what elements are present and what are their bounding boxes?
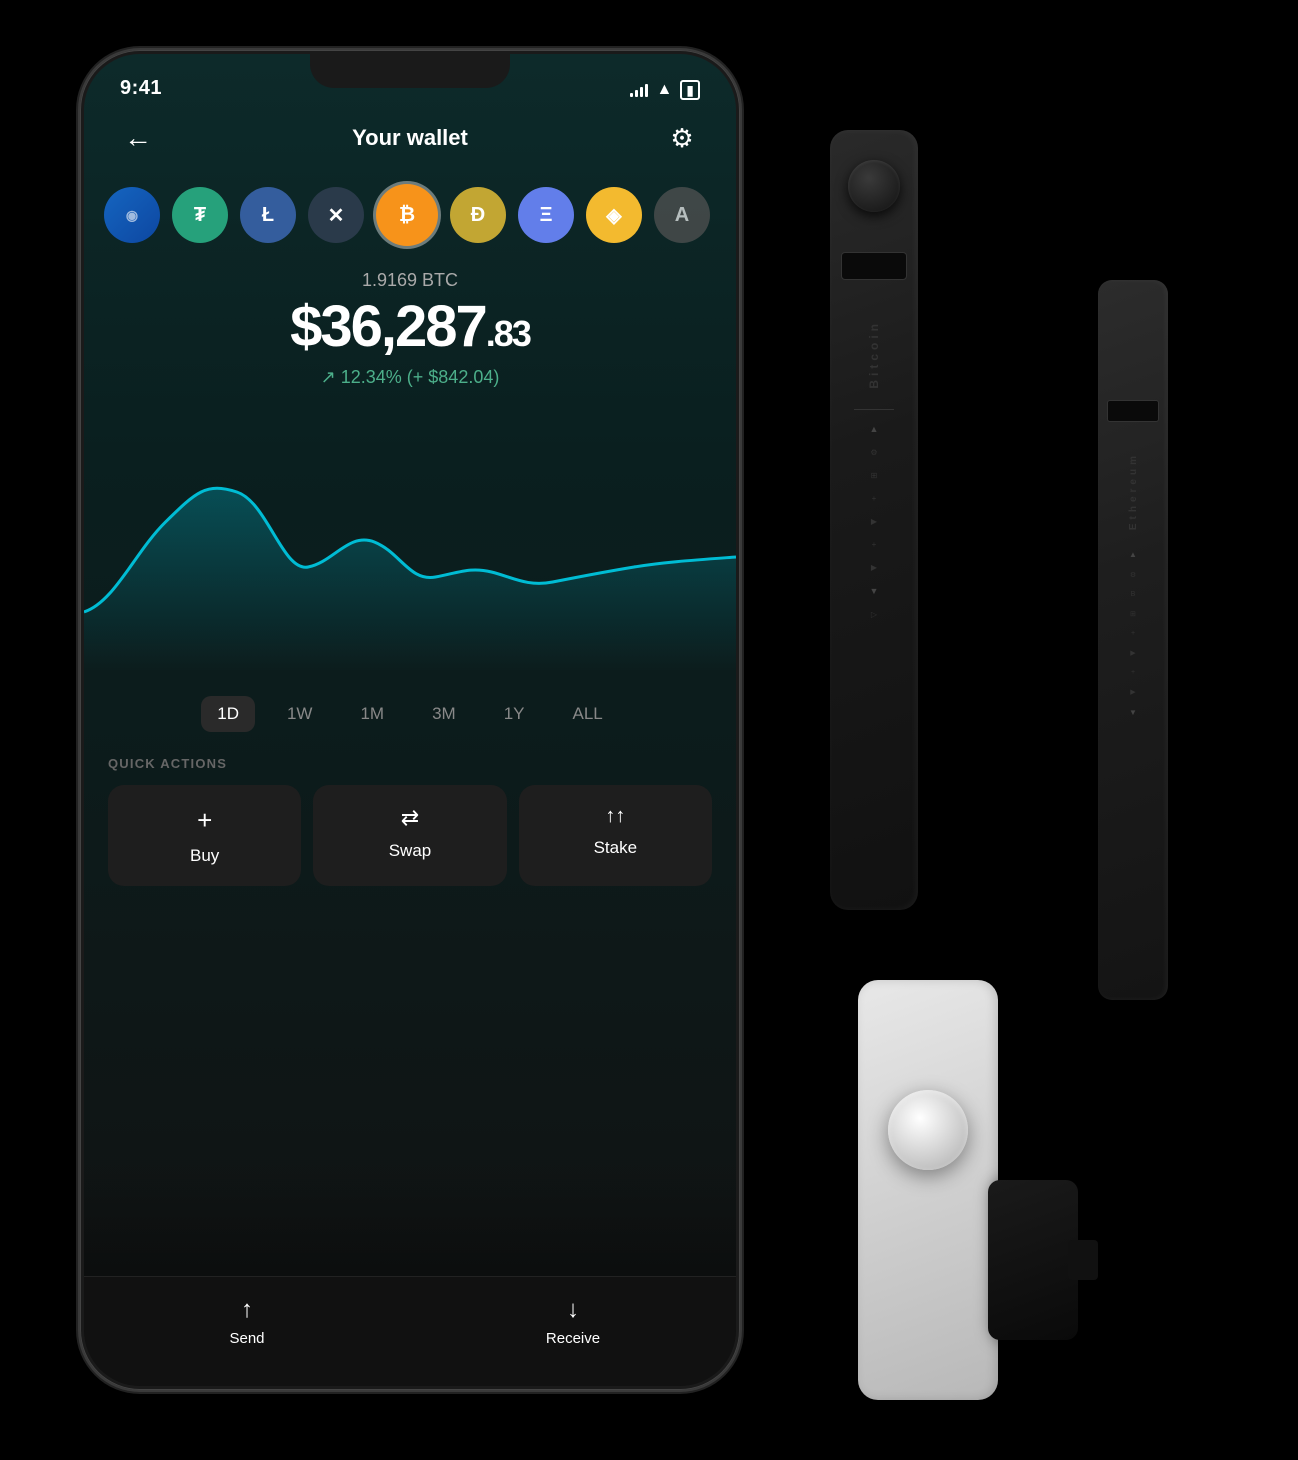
- usd-price: $36,287.83: [104, 295, 716, 359]
- receive-icon: ↓: [567, 1296, 579, 1324]
- back-button[interactable]: ←: [116, 116, 160, 160]
- nav-send[interactable]: ↑ Send: [84, 1296, 410, 1347]
- ledger-white: [858, 920, 1078, 1420]
- usd-main: $36,287: [290, 294, 486, 359]
- page-title: Your wallet: [352, 125, 468, 151]
- coin-selector: ◉ ₮ Ł ✕ ₿ Ð Ξ ◈ A: [84, 176, 736, 262]
- swap-button[interactable]: ⇄ Swap: [313, 785, 506, 886]
- signal-bars-icon: [630, 83, 648, 97]
- chart-fill: [84, 488, 736, 672]
- time-filter-1d[interactable]: 1D: [201, 696, 255, 732]
- white-device-connector: [988, 1180, 1078, 1340]
- send-icon: ↑: [241, 1296, 253, 1324]
- quick-actions-section: QUICK ACTIONS + Buy ⇄ Swap ↑↑ Stake: [84, 756, 736, 902]
- header: ← Your wallet ⚙: [84, 108, 736, 176]
- time-filter-1m[interactable]: 1M: [344, 696, 400, 732]
- ledger-nano-s: Ethereum ▲ ⚙ B ⊞ + ▶ + ▶ ▼: [1098, 280, 1168, 1000]
- stake-button[interactable]: ↑↑ Stake: [519, 785, 712, 886]
- buy-label: Buy: [190, 846, 219, 866]
- buy-button[interactable]: + Buy: [108, 785, 301, 886]
- action-buttons: + Buy ⇄ Swap ↑↑ Stake: [108, 785, 712, 886]
- bottom-nav: ↑ Send ↓ Receive: [84, 1276, 736, 1386]
- nano-x-screen: [841, 252, 907, 280]
- coin-item-dogecoin[interactable]: Ð: [450, 187, 506, 243]
- nano-x-text: Bitcoin: [867, 320, 881, 389]
- status-icons: ▲ ▮: [630, 80, 700, 100]
- receive-label: Receive: [546, 1330, 600, 1347]
- coin-item-unknown[interactable]: ◉: [104, 187, 160, 243]
- battery-icon: ▮: [680, 80, 700, 100]
- settings-button[interactable]: ⚙: [660, 116, 704, 160]
- time-filter-3m[interactable]: 3M: [416, 696, 472, 732]
- coin-item-ethereum[interactable]: Ξ: [518, 187, 574, 243]
- stake-icon: ↑↑: [605, 805, 625, 828]
- price-chart: [84, 412, 736, 672]
- phone: 9:41 ▲ ▮ ← Your wallet ⚙: [80, 50, 740, 1390]
- white-device-usb: [1068, 1240, 1098, 1280]
- stake-label: Stake: [594, 838, 637, 858]
- quick-actions-label: QUICK ACTIONS: [108, 756, 712, 771]
- swap-label: Swap: [389, 841, 432, 861]
- buy-icon: +: [197, 805, 212, 836]
- nav-receive[interactable]: ↓ Receive: [410, 1296, 736, 1347]
- coin-item-ripple[interactable]: ✕: [308, 187, 364, 243]
- time-filter-1y[interactable]: 1Y: [488, 696, 541, 732]
- chart-svg: [84, 412, 736, 672]
- coin-item-algorand[interactable]: A: [654, 187, 710, 243]
- coin-item-binance[interactable]: ◈: [586, 187, 642, 243]
- scene: 9:41 ▲ ▮ ← Your wallet ⚙: [0, 0, 1298, 1460]
- coin-item-tether[interactable]: ₮: [172, 187, 228, 243]
- nano-s-text: Ethereum: [1128, 452, 1139, 530]
- price-change: ↗ 12.34% (+ $842.04): [104, 367, 716, 388]
- price-section: 1.9169 BTC $36,287.83 ↗ 12.34% (+ $842.0…: [84, 262, 736, 404]
- coin-item-bitcoin[interactable]: ₿: [376, 184, 438, 246]
- send-label: Send: [229, 1330, 264, 1347]
- nano-x-button: [848, 160, 900, 212]
- swap-icon: ⇄: [401, 805, 419, 831]
- btc-amount: 1.9169 BTC: [104, 270, 716, 291]
- coin-item-litecoin[interactable]: Ł: [240, 187, 296, 243]
- white-device-body: [858, 980, 998, 1400]
- time-filter-1w[interactable]: 1W: [271, 696, 329, 732]
- usd-cents: .83: [486, 313, 530, 354]
- notch: [310, 54, 510, 88]
- white-device-button: [888, 1090, 968, 1170]
- status-time: 9:41: [120, 77, 162, 100]
- time-filters: 1D 1W 1M 3M 1Y ALL: [84, 680, 736, 756]
- wifi-icon: ▲: [656, 81, 672, 99]
- phone-screen: 9:41 ▲ ▮ ← Your wallet ⚙: [84, 54, 736, 1386]
- ledger-nano-x: Bitcoin ▲ ⚙ ⊞ + ▶ + ▶ ▼ ▷: [830, 130, 918, 910]
- nano-s-screen: [1107, 400, 1159, 422]
- time-filter-all[interactable]: ALL: [557, 696, 619, 732]
